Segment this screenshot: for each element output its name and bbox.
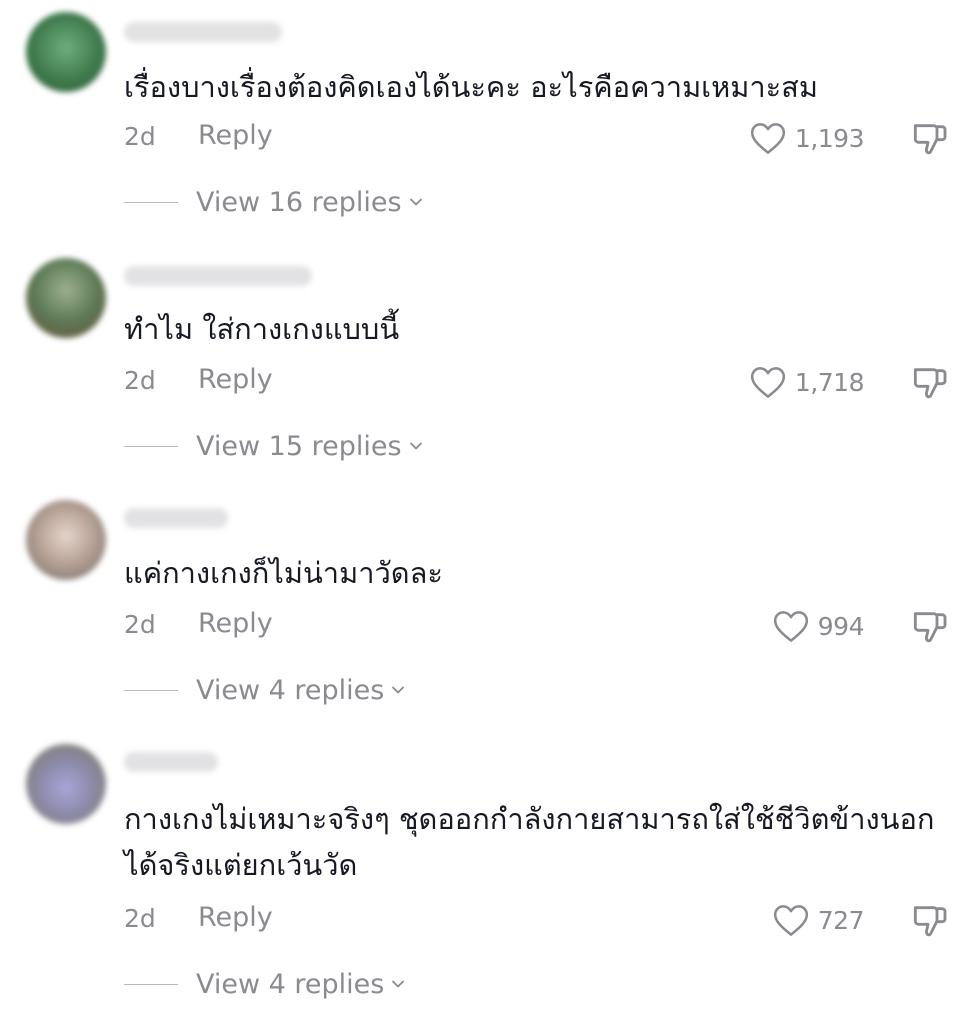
avatar[interactable] — [26, 258, 106, 338]
avatar[interactable] — [26, 744, 106, 824]
reply-button[interactable]: Reply — [198, 120, 273, 151]
view-replies-label: View 16 replies — [196, 186, 402, 218]
like-button[interactable]: 727 — [772, 900, 865, 940]
comment-text: เรื่องบางเรื่องต้องคิดเองได้นะคะ อะไรคือ… — [124, 70, 819, 104]
view-replies-label: View 4 replies — [196, 968, 385, 1000]
dislike-button[interactable] — [910, 606, 950, 646]
chevron-down-icon — [392, 686, 405, 694]
like-count: 994 — [817, 611, 865, 641]
avatar[interactable] — [26, 12, 106, 92]
comment-meta: 2d Reply 1,718 — [124, 362, 950, 402]
chevron-down-icon — [409, 442, 422, 450]
thumbs-down-icon — [913, 368, 947, 399]
reply-button[interactable]: Reply — [198, 608, 273, 639]
heart-outline-icon — [773, 905, 808, 936]
timestamp: 2d — [124, 904, 156, 933]
dislike-button[interactable] — [910, 362, 950, 402]
view-replies-button[interactable]: View 15 replies — [124, 426, 426, 466]
timestamp: 2d — [124, 122, 156, 151]
chevron-down-icon — [392, 980, 405, 988]
like-count: 727 — [817, 905, 865, 935]
avatar[interactable] — [26, 500, 106, 580]
username-blurred[interactable] — [124, 752, 218, 772]
timestamp: 2d — [124, 610, 156, 639]
comment-text: ทำไม ใส่กางเกงแบบนี้ — [124, 312, 400, 346]
username-blurred[interactable] — [124, 508, 228, 528]
view-replies-label: View 4 replies — [196, 674, 385, 706]
like-button[interactable]: 1,718 — [749, 362, 865, 402]
view-replies-button[interactable]: View 4 replies — [124, 670, 408, 710]
like-button[interactable]: 1,193 — [749, 118, 865, 158]
heart-outline-icon — [750, 123, 786, 154]
like-button[interactable]: 994 — [772, 606, 865, 646]
replies-divider — [124, 983, 178, 985]
comment-meta: 2d Reply 994 — [124, 606, 950, 646]
view-replies-label: View 15 replies — [196, 430, 402, 462]
comment-text: กางเกงไม่เหมาะจริงๆ ชุดออกกำลังกายสามารถ… — [124, 802, 935, 882]
dislike-button[interactable] — [910, 118, 950, 158]
chevron-down-icon — [409, 198, 422, 206]
thumbs-down-icon — [913, 612, 947, 643]
timestamp: 2d — [124, 366, 156, 395]
view-replies-button[interactable]: View 16 replies — [124, 182, 426, 222]
thumbs-down-icon — [913, 906, 947, 937]
reply-button[interactable]: Reply — [198, 902, 273, 933]
replies-divider — [124, 445, 178, 447]
replies-divider — [124, 689, 178, 691]
username-blurred[interactable] — [124, 266, 312, 286]
heart-outline-icon — [750, 367, 786, 398]
view-replies-button[interactable]: View 4 replies — [124, 964, 408, 1004]
dislike-button[interactable] — [910, 900, 950, 940]
comment-text: แค่กางเกงก็ไม่น่ามาวัดละ — [124, 556, 443, 590]
reply-button[interactable]: Reply — [198, 364, 273, 395]
username-blurred[interactable] — [124, 22, 282, 42]
comment-meta: 2d Reply 1,193 — [124, 118, 950, 158]
comment-meta: 2d Reply 727 — [124, 900, 950, 940]
thumbs-down-icon — [913, 124, 947, 155]
like-count: 1,718 — [794, 367, 865, 397]
like-count: 1,193 — [794, 123, 865, 153]
heart-outline-icon — [773, 611, 808, 642]
replies-divider — [124, 201, 178, 203]
